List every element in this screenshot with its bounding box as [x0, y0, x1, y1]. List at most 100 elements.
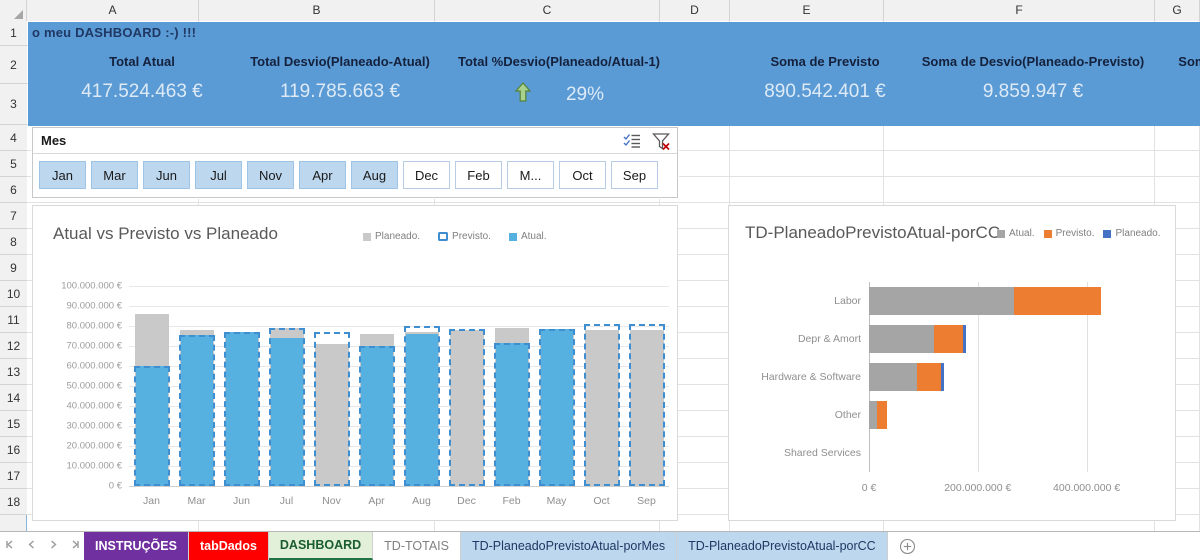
chart-planeado-previsto-atual-por-cc[interactable]: TD-PlaneadoPrevistoAtual-porCC Atual. Pre… — [728, 205, 1176, 521]
y-axis-tick-label: 50.000.000 € — [66, 380, 122, 392]
kpi-card: Total Desvio(Planeado-Atual) 119.785.663 … — [216, 54, 464, 103]
nav-last-icon[interactable] — [70, 537, 81, 555]
multi-select-icon[interactable] — [622, 131, 642, 151]
x-axis-tick-label: Jul — [279, 495, 294, 507]
kpi-label: Total Atual — [109, 54, 175, 69]
nav-next-icon[interactable] — [48, 537, 59, 555]
month-slicer[interactable]: Mes Jan Mar Jun Jul Nov Apr Aug Dec Feb … — [32, 127, 678, 198]
x-axis-tick-label: Jan — [143, 495, 160, 507]
sheet-tab-instrues[interactable]: INSTRUÇÕES — [84, 532, 189, 560]
sheet-tab-dashboard[interactable]: DASHBOARD — [268, 532, 374, 560]
bar-previsto-outline — [538, 329, 575, 486]
bar-group — [628, 286, 665, 486]
row-header-13[interactable]: 13 — [0, 359, 27, 385]
slicer-item-apr[interactable]: Apr — [299, 161, 346, 189]
y-axis-tick-label: 0 € — [108, 480, 122, 492]
bar-previsto-outline — [223, 332, 260, 486]
x-axis-tick-label: Nov — [322, 495, 341, 507]
trend-up-arrow-icon — [514, 81, 532, 109]
bar-group — [493, 286, 530, 486]
bar-segment-atual — [869, 325, 934, 353]
slicer-item-dec[interactable]: Dec — [403, 161, 450, 189]
bar-previsto-outline — [448, 329, 485, 486]
x-axis-tick-label: Aug — [412, 495, 431, 507]
clear-filter-icon[interactable] — [651, 131, 671, 151]
kpi-card: Total Atual 417.524.463 € — [42, 54, 242, 103]
kpi-value: 417.524.463 € — [81, 81, 203, 102]
row-header-16[interactable]: 16 — [0, 437, 27, 463]
column-header-D[interactable]: D — [660, 0, 730, 21]
row-header-18[interactable]: 18 — [0, 489, 27, 515]
kpi-card: Soma de Desvio(Planeado-Previsto) 9.859.9… — [888, 54, 1178, 103]
slicer-item-aug[interactable]: Aug — [351, 161, 398, 189]
column-header-C[interactable]: C — [435, 0, 660, 21]
bar-group — [133, 286, 170, 486]
x-axis-tick-label: 0 € — [861, 482, 877, 494]
column-header-E[interactable]: E — [730, 0, 884, 21]
select-all-corner[interactable] — [0, 0, 27, 21]
bar-previsto-outline — [268, 328, 305, 486]
slicer-item-m[interactable]: M... — [507, 161, 554, 189]
y-axis-tick-label: 90.000.000 € — [66, 300, 122, 312]
chart-atual-vs-previsto-vs-planeado[interactable]: Atual vs Previsto vs Planeado Planeado. P… — [32, 205, 678, 521]
row-header-2[interactable]: 2 — [0, 46, 27, 84]
slicer-item-feb[interactable]: Feb — [455, 161, 502, 189]
row-header-4[interactable]: 4 — [0, 125, 27, 151]
row-header-8[interactable]: 8 — [0, 229, 27, 255]
column-header-F[interactable]: F — [884, 0, 1155, 21]
column-header-A[interactable]: A — [27, 0, 199, 21]
bar-segment-planeado — [962, 325, 966, 353]
nav-first-icon[interactable] — [4, 537, 15, 555]
column-header-row: ABCDEFG — [0, 0, 1200, 21]
row-header-3[interactable]: 3 — [0, 84, 27, 125]
kpi-value: 890.542.401 € — [764, 81, 886, 102]
y-axis-tick-label: 80.000.000 € — [66, 320, 122, 332]
y-axis-tick-label: 30.000.000 € — [66, 420, 122, 432]
sheet-tab-tdtotais[interactable]: TD-TOTAIS — [373, 532, 461, 560]
bar-segment-previsto — [876, 401, 887, 429]
row-header-14[interactable]: 14 — [0, 385, 27, 411]
x-axis-tick-label: Dec — [457, 495, 476, 507]
row-header-column: 1 2 3 4 5 6 7 8 9 10 11 12 13 14 15 16 17 18 — [0, 21, 27, 531]
column-header-G[interactable]: G — [1155, 0, 1200, 21]
row-header-12[interactable]: 12 — [0, 333, 27, 359]
slicer-item-jan[interactable]: Jan — [39, 161, 86, 189]
x-axis-tick-label: 400.000.000 € — [1053, 482, 1121, 494]
slicer-item-sep[interactable]: Sep — [611, 161, 658, 189]
row-header-10[interactable]: 10 — [0, 281, 27, 307]
row-header-7[interactable]: 7 — [0, 203, 27, 229]
kpi-label: Total Desvio(Planeado-Atual) — [250, 54, 430, 69]
kpi-label: Soma — [1178, 54, 1200, 69]
dashboard-title: o meu DASHBOARD :-) !!! — [32, 25, 197, 40]
column-header-B[interactable]: B — [199, 0, 435, 21]
slicer-item-nov[interactable]: Nov — [247, 161, 294, 189]
bar-segment-planeado — [940, 363, 944, 391]
x-axis-tick-label: Mar — [187, 495, 206, 507]
category-label: Shared Services — [783, 447, 861, 459]
sheet-nav-buttons — [0, 532, 84, 560]
sheet-tab-tdplaneadoprevistoatualporcc[interactable]: TD-PlaneadoPrevistoAtual-porCC — [677, 532, 888, 560]
row-header-1[interactable]: 1 — [0, 21, 27, 46]
slicer-icon-group — [622, 131, 671, 151]
slicer-item-jun[interactable]: Jun — [143, 161, 190, 189]
row-header-5[interactable]: 5 — [0, 151, 27, 177]
nav-prev-icon[interactable] — [26, 537, 37, 555]
bar-previsto-outline — [583, 324, 620, 486]
row-header-17[interactable]: 17 — [0, 463, 27, 489]
slicer-item-oct[interactable]: Oct — [559, 161, 606, 189]
sheet-tab-tdplaneadoprevistoatualpormes[interactable]: TD-PlaneadoPrevistoAtual-porMes — [460, 532, 678, 560]
row-header-6[interactable]: 6 — [0, 177, 27, 203]
kpi-value: 119.785.663 € — [279, 81, 401, 102]
x-axis-tick-label: Feb — [502, 495, 521, 507]
slicer-item-jul[interactable]: Jul — [195, 161, 242, 189]
row-header-9[interactable]: 9 — [0, 255, 27, 281]
kpi-value-wrapper: 417.524.463 € — [42, 81, 242, 103]
row-header-15[interactable]: 15 — [0, 411, 27, 437]
sheet-tab-tabdados[interactable]: tabDados — [188, 532, 269, 560]
category-label: Depr & Amort — [797, 333, 861, 345]
category-label: Hardware & Software — [761, 371, 861, 383]
add-sheet-icon[interactable] — [888, 532, 928, 560]
slicer-item-mar[interactable]: Mar — [91, 161, 138, 189]
bar-group — [448, 286, 485, 486]
row-header-11[interactable]: 11 — [0, 307, 27, 333]
